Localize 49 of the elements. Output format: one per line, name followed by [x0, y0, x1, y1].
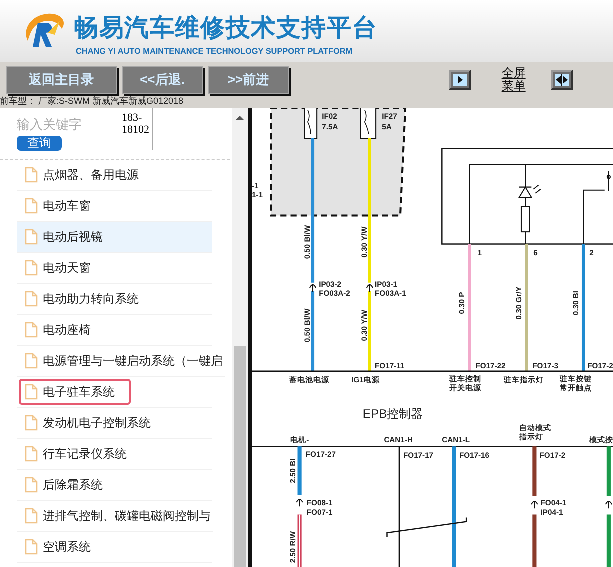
split-button[interactable] — [551, 70, 573, 90]
menu-item-label[interactable]: 点烟器、备用电源 — [19, 162, 141, 188]
document-icon — [25, 260, 38, 276]
menu-item[interactable]: 行车记录仪系统 — [17, 439, 212, 470]
menu-item[interactable]: 电动助力转向系统 — [17, 284, 212, 315]
document-icon — [25, 415, 38, 431]
menu-item-label[interactable]: 电子驻车系统 — [19, 379, 131, 405]
scrollbar[interactable] — [232, 108, 248, 567]
menu-item-label[interactable]: 电动后视镜 — [19, 224, 105, 250]
menu-item[interactable]: 后除霜系统 — [17, 470, 212, 501]
site-title: 畅易汽车维修技术支持平台 — [74, 14, 378, 44]
menu-item-label[interactable]: 行车记录仪系统 — [19, 441, 129, 467]
document-icon — [25, 508, 38, 524]
document-icon — [25, 198, 38, 214]
document-icon — [25, 322, 38, 338]
diagram-title: EPB控制器 — [362, 407, 424, 422]
menu-item[interactable]: 电动后视镜 — [17, 222, 212, 253]
document-icon — [25, 229, 38, 245]
site-subtitle: CHANG YI AUTO MAINTENANCE TECHNOLOGY SUPPORT PLATFORM — [75, 46, 354, 56]
document-icon — [25, 477, 38, 493]
menu-item-label[interactable]: 电动天窗 — [19, 255, 93, 281]
menu-item-label[interactable]: 后除霜系统 — [19, 472, 105, 498]
document-icon — [25, 446, 38, 462]
nav-button[interactable]: >>前进 — [208, 66, 289, 94]
scroll-up-icon[interactable] — [236, 114, 244, 122]
double-arrow-icon — [555, 74, 569, 86]
code-text: 183- 18102 — [122, 108, 152, 150]
menu-item[interactable]: 空调系统 — [17, 532, 212, 563]
menu-item-label[interactable]: 电动座椅 — [19, 317, 93, 343]
menu-item[interactable]: 电子驻车系统 — [17, 377, 212, 408]
menu-item[interactable]: 点烟器、备用电源 — [17, 160, 212, 191]
menu-item[interactable]: 电动座椅 — [17, 315, 212, 346]
menu-item-label[interactable]: 电动车窗 — [19, 193, 93, 219]
document-icon — [25, 291, 38, 307]
menu-item[interactable]: 电动天窗 — [17, 253, 212, 284]
vehicle-info: 前车型： 厂家:S-SWM 新威汽车新威G012018 — [0, 96, 613, 108]
query-button[interactable]: 查询 — [17, 136, 62, 151]
expand-button[interactable] — [448, 70, 471, 90]
menu-item-label[interactable]: 电动助力转向系统 — [19, 286, 141, 312]
nav-button[interactable]: 返回主目录 — [6, 66, 117, 94]
menu-item[interactable]: 发动机电子控制系统 — [17, 408, 212, 439]
document-icon — [25, 384, 38, 400]
fullscreen-menu-link[interactable]: 全屏菜单 — [502, 67, 527, 93]
document-icon — [25, 353, 38, 369]
document-icon — [25, 539, 38, 555]
menu-item-label[interactable]: 发动机电子控制系统 — [19, 410, 153, 436]
nav-button[interactable]: <<后退. — [122, 66, 203, 94]
document-icon — [25, 167, 38, 183]
menu-item-label[interactable]: 空调系统 — [19, 534, 93, 560]
